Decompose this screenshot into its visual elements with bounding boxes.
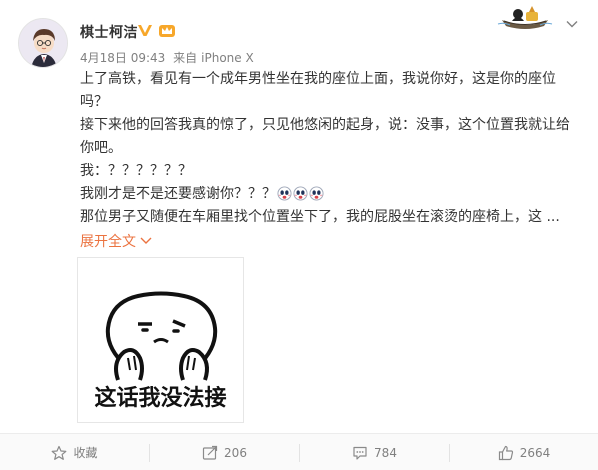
meme-face-drawing — [105, 291, 218, 381]
post-line-4: 我刚才是不是还要感谢你？？？ — [80, 183, 570, 206]
repost-count: 206 — [224, 445, 247, 460]
shocked-face-emoji-icon — [309, 186, 324, 201]
thumbs-up-icon — [498, 445, 513, 460]
author-avatar[interactable] — [18, 18, 68, 68]
expand-full-text-link[interactable]: 展开全文 — [80, 231, 152, 251]
favorite-button[interactable]: 收藏 — [0, 434, 149, 470]
repost-share-icon — [202, 445, 218, 460]
post-line-3: 我：？？？？？？ — [80, 163, 192, 179]
star-icon — [52, 445, 67, 460]
author-name[interactable]: 棋士柯洁 — [80, 22, 138, 42]
chevron-down-icon — [140, 237, 152, 244]
shocked-face-emoji-icon — [293, 186, 308, 201]
card-decoration-boat-icon — [496, 2, 554, 32]
weibo-post-card: 棋士柯洁 4月18日 09:43 来自 iPhone X 上了高铁，看见有一个成… — [0, 0, 598, 470]
post-meta: 4月18日 09:43 来自 iPhone X — [80, 49, 258, 66]
post-text: 上了高铁，看见有一个成年男性坐在我的座位上面，我说你好，这是你的座位吗？ 接下来… — [80, 68, 570, 229]
verified-v-icon — [137, 22, 153, 38]
post-line-1: 上了高铁，看见有一个成年男性坐在我的座位上面，我说你好，这是你的座位吗？ — [80, 71, 556, 110]
expand-label: 展开全文 — [80, 234, 136, 250]
post-line-2: 接下来他的回答我真的惊了，只见他悠闲的起身，说：没事，这个位置我就让给你吧。 — [80, 117, 570, 156]
more-options-chevron-down-icon[interactable] — [565, 16, 579, 30]
favorite-label: 收藏 — [73, 446, 98, 460]
post-image-meme[interactable]: 这话我没法接 — [77, 257, 244, 423]
post-line-5: 那位男子又随便在车厢里找个位置坐下了，我的屁股坐在滚烫的座椅上，这 ... — [80, 209, 560, 225]
comment-button[interactable]: 784 — [300, 434, 449, 470]
meme-caption: 这话我没法接 — [94, 386, 227, 411]
comment-bubble-icon — [353, 446, 367, 460]
source-prefix: 来自 — [173, 51, 198, 65]
like-count: 2664 — [519, 445, 551, 460]
like-button[interactable]: 2664 — [450, 434, 598, 470]
post-line-4-text: 我刚才是不是还要感谢你？？？ — [80, 186, 276, 202]
member-crown-icon[interactable] — [158, 22, 176, 38]
repost-button[interactable]: 206 — [150, 434, 299, 470]
post-date[interactable]: 4月18日 09:43 — [80, 51, 165, 65]
post-source[interactable]: iPhone X — [201, 51, 254, 65]
action-bar: 收藏 206 784 2664 — [0, 433, 598, 470]
comment-count: 784 — [374, 445, 397, 460]
shocked-face-emoji-icon — [277, 186, 292, 201]
